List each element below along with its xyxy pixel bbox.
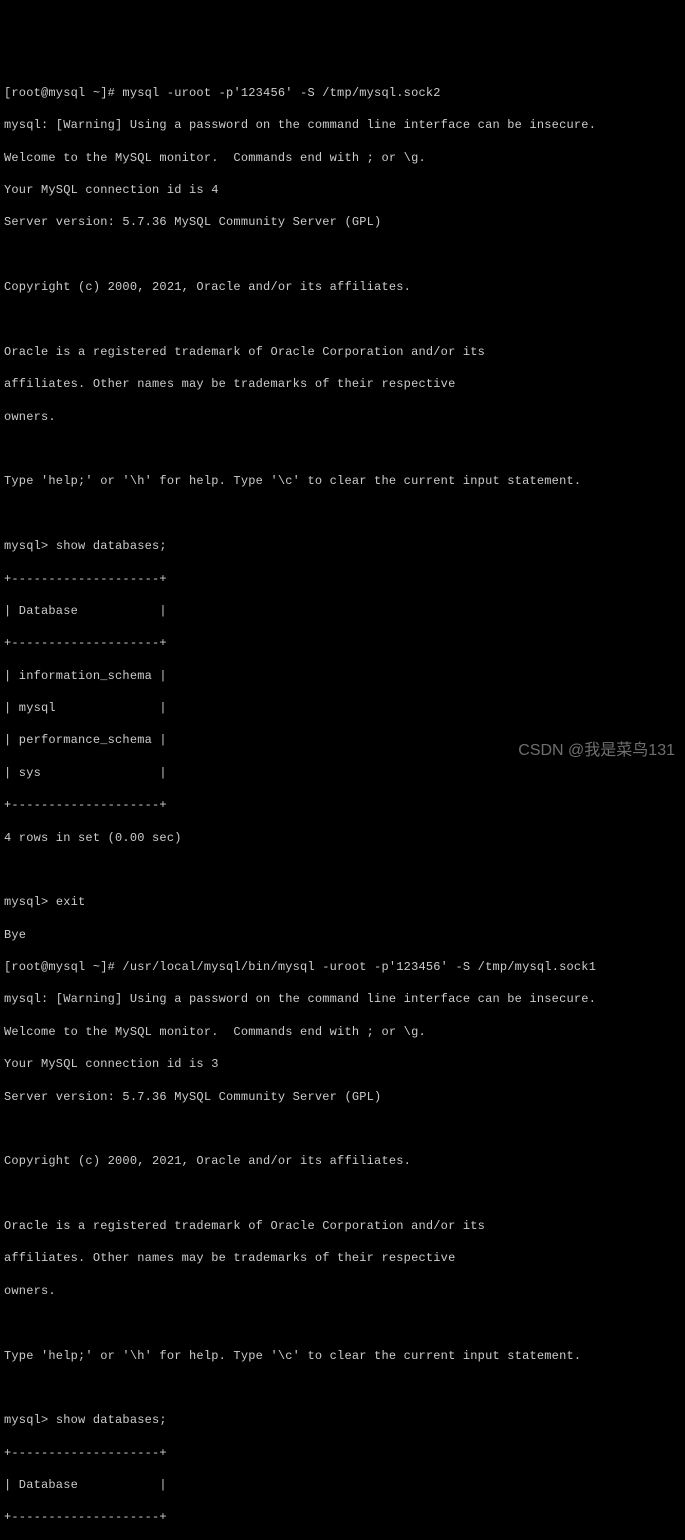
table-row: | information_schema | xyxy=(4,668,681,684)
mysql-version: Server version: 5.7.36 MySQL Community S… xyxy=(4,214,681,230)
command-text: mysql -uroot -p'123456' -S /tmp/mysql.so… xyxy=(122,86,440,100)
mysql-prompt: mysql> xyxy=(4,539,56,553)
table-border: +--------------------+ xyxy=(4,1509,681,1525)
mysql-prompt: mysql> xyxy=(4,1413,56,1427)
mysql-trademark: affiliates. Other names may be trademark… xyxy=(4,1250,681,1266)
mysql-warning: mysql: [Warning] Using a password on the… xyxy=(4,991,681,1007)
shell-prompt: [root@mysql ~]# xyxy=(4,86,122,100)
mysql-welcome: Welcome to the MySQL monitor. Commands e… xyxy=(4,150,681,166)
mysql-trademark: affiliates. Other names may be trademark… xyxy=(4,376,681,392)
mysql-trademark: owners. xyxy=(4,409,681,425)
table-header: | Database | xyxy=(4,603,681,619)
table-border: +--------------------+ xyxy=(4,797,681,813)
shell-prompt: [root@mysql ~]# xyxy=(4,960,122,974)
result-summary: 4 rows in set (0.00 sec) xyxy=(4,830,681,846)
table-border: +--------------------+ xyxy=(4,1445,681,1461)
mysql-connection-id: Your MySQL connection id is 3 xyxy=(4,1056,681,1072)
mysql-trademark: Oracle is a registered trademark of Orac… xyxy=(4,1218,681,1234)
mysql-warning: mysql: [Warning] Using a password on the… xyxy=(4,117,681,133)
mysql-command: exit xyxy=(56,895,86,909)
table-border: +--------------------+ xyxy=(4,635,681,651)
table-row: | performance_schema | xyxy=(4,732,681,748)
mysql-trademark: owners. xyxy=(4,1283,681,1299)
table-row: | mysql | xyxy=(4,700,681,716)
mysql-help: Type 'help;' or '\h' for help. Type '\c'… xyxy=(4,473,681,489)
mysql-connection-id: Your MySQL connection id is 4 xyxy=(4,182,681,198)
mysql-help: Type 'help;' or '\h' for help. Type '\c'… xyxy=(4,1348,681,1364)
table-row: | sys | xyxy=(4,765,681,781)
mysql-command: show databases; xyxy=(56,1413,167,1427)
mysql-command: show databases; xyxy=(56,539,167,553)
mysql-copyright: Copyright (c) 2000, 2021, Oracle and/or … xyxy=(4,279,681,295)
mysql-copyright: Copyright (c) 2000, 2021, Oracle and/or … xyxy=(4,1153,681,1169)
terminal-output[interactable]: [root@mysql ~]# mysql -uroot -p'123456' … xyxy=(4,69,681,1540)
mysql-trademark: Oracle is a registered trademark of Orac… xyxy=(4,344,681,360)
mysql-welcome: Welcome to the MySQL monitor. Commands e… xyxy=(4,1024,681,1040)
mysql-bye: Bye xyxy=(4,927,681,943)
command-text: /usr/local/mysql/bin/mysql -uroot -p'123… xyxy=(122,960,596,974)
table-header: | Database | xyxy=(4,1477,681,1493)
table-border: +--------------------+ xyxy=(4,571,681,587)
mysql-version: Server version: 5.7.36 MySQL Community S… xyxy=(4,1089,681,1105)
mysql-prompt: mysql> xyxy=(4,895,56,909)
